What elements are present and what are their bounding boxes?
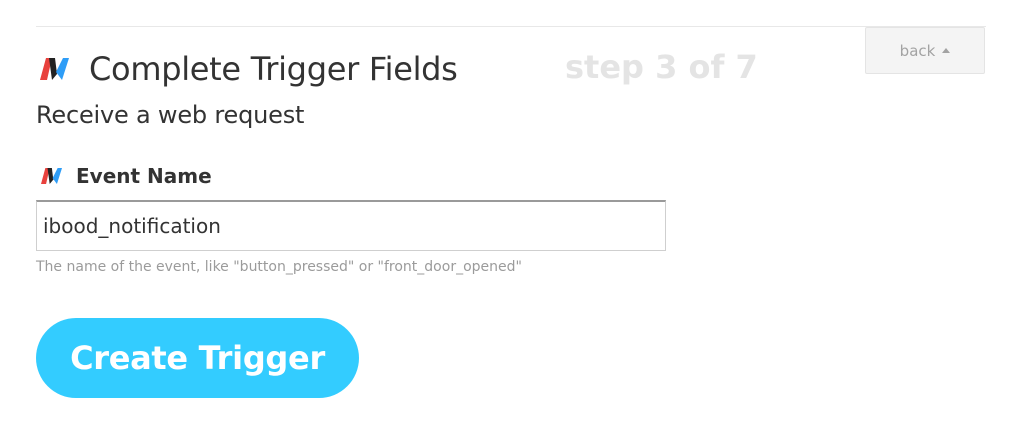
event-name-input[interactable] xyxy=(36,200,666,251)
top-divider xyxy=(36,26,986,27)
back-button[interactable]: back xyxy=(865,27,985,74)
create-trigger-button[interactable]: Create Trigger xyxy=(36,318,359,398)
trigger-subtitle: Receive a web request xyxy=(36,101,305,129)
maker-webhooks-logo-icon xyxy=(41,168,62,184)
event-name-label-row: Event Name xyxy=(41,162,212,190)
page-title: Complete Trigger Fields xyxy=(89,50,458,88)
back-label: back xyxy=(899,41,936,60)
event-name-label: Event Name xyxy=(76,164,212,188)
page-header: Complete Trigger Fields xyxy=(40,46,458,92)
caret-up-icon xyxy=(942,47,951,53)
step-indicator: step 3 of 7 xyxy=(565,48,758,86)
maker-webhooks-logo-icon xyxy=(40,58,69,80)
event-name-help-text: The name of the event, like "button_pres… xyxy=(36,259,522,275)
